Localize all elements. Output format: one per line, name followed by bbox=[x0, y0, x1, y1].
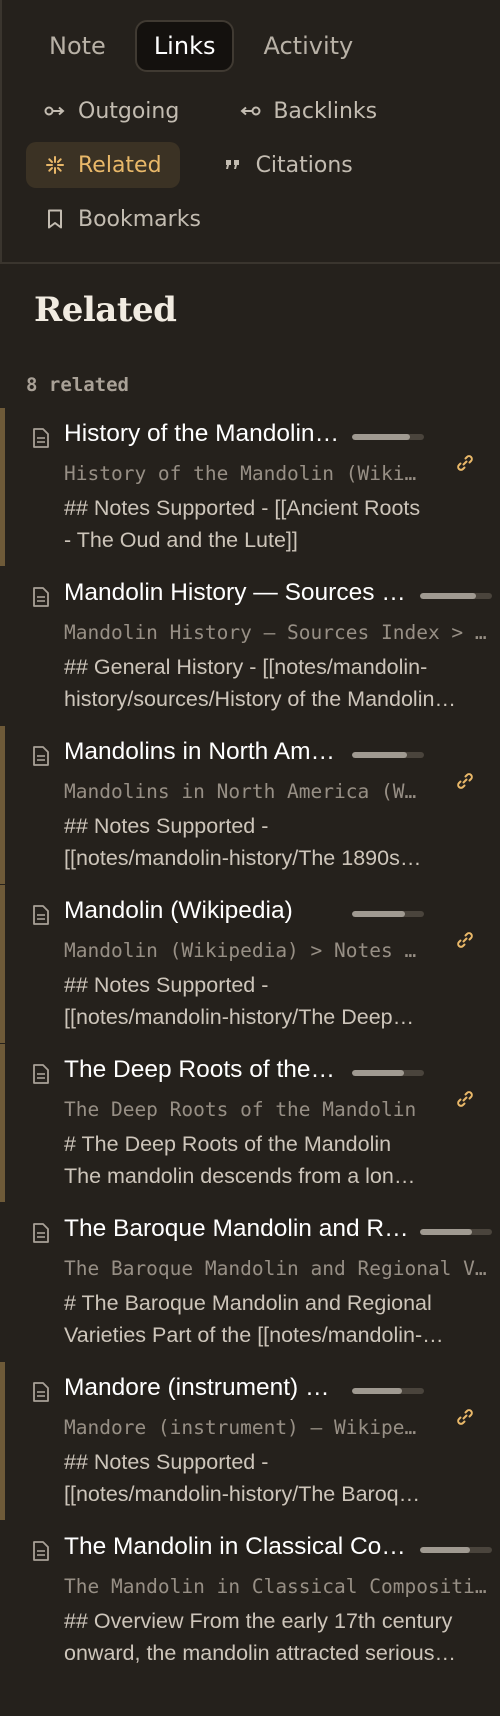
related-list: History of the Mandolin (Wikipedia) Hist… bbox=[0, 406, 500, 1678]
tab-activity-label: Activity bbox=[263, 32, 354, 60]
sparkle-icon bbox=[44, 154, 66, 176]
item-title: Mandolin History — Sources Index bbox=[64, 579, 410, 606]
item-path: Mandore (instrument) — Wikipedia > Notes… bbox=[64, 1416, 426, 1439]
panel-divider bbox=[0, 262, 500, 264]
related-count: 8 related bbox=[26, 374, 129, 396]
list-item[interactable]: Mandolin (Wikipedia) Mandolin (Wikipedia… bbox=[0, 883, 500, 1043]
section-title: Related bbox=[34, 290, 177, 330]
relevance-fill bbox=[420, 593, 477, 599]
relevance-fill bbox=[352, 1070, 404, 1076]
item-title: Mandolins in North America (Wikipedia) bbox=[64, 738, 340, 765]
list-item[interactable]: Mandore (instrument) — Wikipedia Mandore… bbox=[0, 1360, 500, 1520]
relevance-fill bbox=[352, 434, 410, 440]
subtab-citations-label: Citations bbox=[255, 152, 353, 178]
item-path: The Baroque Mandolin and Regional Variet… bbox=[64, 1257, 488, 1280]
relevance-bar bbox=[352, 911, 424, 917]
document-icon bbox=[33, 1382, 49, 1402]
arrow-right-link-icon bbox=[44, 100, 66, 122]
tab-note[interactable]: Note bbox=[30, 20, 125, 72]
relevance-bar bbox=[352, 1388, 424, 1394]
list-item[interactable]: History of the Mandolin (Wikipedia) Hist… bbox=[0, 406, 500, 566]
link-icon bbox=[457, 773, 473, 789]
relevance-bar bbox=[352, 434, 424, 440]
subtab-related-label: Related bbox=[78, 152, 162, 178]
links-subtabs: Outgoing Backlinks Related Citations Boo… bbox=[26, 88, 476, 242]
item-snippet: # The Deep Roots of the Mandolin The man… bbox=[64, 1132, 406, 1188]
list-item[interactable]: The Baroque Mandolin and Regional Variet… bbox=[0, 1201, 500, 1360]
document-icon bbox=[33, 746, 49, 766]
linked-accent-bar bbox=[0, 1362, 5, 1520]
relevance-bar bbox=[352, 752, 424, 758]
subtab-outgoing[interactable]: Outgoing bbox=[26, 88, 197, 134]
item-path: The Deep Roots of the Mandolin bbox=[64, 1098, 417, 1121]
relevance-fill bbox=[352, 752, 407, 758]
linked-accent-bar bbox=[0, 1044, 5, 1202]
list-item[interactable]: The Mandolin in Classical Composition Th… bbox=[0, 1519, 500, 1678]
tab-activity[interactable]: Activity bbox=[244, 20, 372, 72]
item-snippet: ## Notes Supported - [[Ancient Roots - T… bbox=[64, 496, 421, 552]
relevance-fill bbox=[420, 1229, 472, 1235]
list-item[interactable]: Mandolin History — Sources Index Mandoli… bbox=[0, 565, 500, 724]
tab-note-label: Note bbox=[49, 32, 106, 60]
relevance-bar bbox=[420, 1229, 492, 1235]
item-snippet: # The Baroque Mandolin and Regional Vari… bbox=[64, 1291, 432, 1347]
list-item[interactable]: The Deep Roots of the Mandolin The Deep … bbox=[0, 1042, 500, 1202]
item-snippet: ## Notes Supported - [[notes/mandolin-hi… bbox=[64, 814, 400, 870]
relevance-bar bbox=[420, 593, 492, 599]
item-snippet: ## General History - [[notes/mandolin-hi… bbox=[64, 655, 435, 711]
item-path: The Mandolin in Classical Composition > … bbox=[64, 1575, 488, 1598]
item-title: History of the Mandolin (Wikipedia) bbox=[64, 420, 340, 447]
item-path: Mandolin (Wikipedia) > Notes Supported bbox=[64, 939, 426, 962]
item-snippet: ## Notes Supported - [[notes/mandolin-hi… bbox=[64, 1450, 423, 1506]
quote-icon bbox=[222, 154, 244, 176]
relevance-fill bbox=[420, 1547, 471, 1553]
item-path: Mandolin History — Sources Index > Gener… bbox=[64, 621, 488, 644]
item-snippet: ## Overview From the early 17th century … bbox=[64, 1609, 453, 1665]
subtab-related[interactable]: Related bbox=[26, 142, 180, 188]
link-icon bbox=[457, 1409, 473, 1425]
subtab-bookmarks[interactable]: Bookmarks bbox=[26, 196, 219, 242]
list-item[interactable]: Mandolins in North America (Wikipedia) M… bbox=[0, 724, 500, 884]
item-title: The Baroque Mandolin and Regional Variet… bbox=[64, 1215, 410, 1242]
document-icon bbox=[33, 428, 49, 448]
item-path: Mandolins in North America (Wikipedia) >… bbox=[64, 780, 426, 803]
relevance-bar bbox=[420, 1547, 492, 1553]
relevance-bar bbox=[352, 1070, 424, 1076]
relevance-fill bbox=[352, 911, 406, 917]
document-icon bbox=[33, 1064, 49, 1084]
tab-links-label: Links bbox=[153, 32, 216, 60]
item-title: Mandolin (Wikipedia) bbox=[64, 897, 293, 924]
relevance-fill bbox=[352, 1388, 403, 1394]
document-icon bbox=[33, 587, 49, 607]
link-icon bbox=[457, 932, 473, 948]
panel-left-border bbox=[0, 0, 2, 264]
item-title: Mandore (instrument) — Wikipedia bbox=[64, 1374, 340, 1401]
links-panel: Note Links Activity Outgoing Backlinks R… bbox=[0, 0, 500, 1716]
subtab-backlinks[interactable]: Backlinks bbox=[221, 88, 395, 134]
linked-accent-bar bbox=[0, 408, 5, 566]
item-snippet: ## Notes Supported - [[notes/mandolin-hi… bbox=[64, 973, 393, 1029]
bookmark-icon bbox=[44, 208, 66, 230]
document-icon bbox=[33, 905, 49, 925]
link-icon bbox=[457, 455, 473, 471]
subtab-outgoing-label: Outgoing bbox=[78, 98, 180, 124]
subtab-backlinks-label: Backlinks bbox=[273, 98, 378, 124]
linked-accent-bar bbox=[0, 885, 5, 1043]
linked-accent-bar bbox=[0, 726, 5, 884]
link-icon bbox=[457, 1091, 473, 1107]
subtab-bookmarks-label: Bookmarks bbox=[78, 206, 201, 232]
subtab-citations[interactable]: Citations bbox=[204, 142, 371, 188]
item-title: The Deep Roots of the Mandolin bbox=[64, 1056, 340, 1083]
document-icon bbox=[33, 1223, 49, 1243]
panel-tabs: Note Links Activity bbox=[30, 20, 372, 72]
tab-links[interactable]: Links bbox=[134, 20, 235, 72]
document-icon bbox=[33, 1541, 49, 1561]
item-title: The Mandolin in Classical Composition bbox=[64, 1533, 410, 1560]
arrow-left-link-icon bbox=[239, 100, 261, 122]
item-path: History of the Mandolin (Wikipedia) > No… bbox=[64, 462, 426, 485]
